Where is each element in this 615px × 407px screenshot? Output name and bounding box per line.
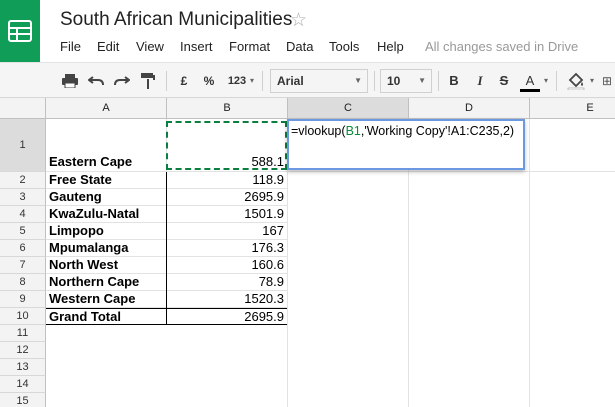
- chevron-down-icon: ▼: [418, 76, 426, 85]
- column-header-a[interactable]: A: [46, 98, 167, 119]
- number-format-button[interactable]: 123: [224, 71, 250, 91]
- cell-b1[interactable]: 588.1: [167, 119, 288, 172]
- cell-a8[interactable]: Northern Cape: [46, 274, 167, 291]
- redo-icon[interactable]: [112, 71, 132, 91]
- cell-a3[interactable]: Gauteng: [46, 189, 167, 206]
- menu-file[interactable]: File: [60, 39, 81, 54]
- toolbar-separator: [556, 71, 557, 91]
- column-header-e[interactable]: E: [530, 98, 615, 119]
- cell-e1[interactable]: [530, 119, 615, 172]
- cell-b9[interactable]: 1520.3: [167, 291, 288, 308]
- row-header[interactable]: 12: [0, 342, 46, 359]
- row-header[interactable]: 3: [0, 189, 46, 206]
- row-header[interactable]: 10: [0, 308, 46, 325]
- formula-suffix: ,'Working Copy'!A1:C235,2): [360, 124, 515, 138]
- star-icon[interactable]: ☆: [290, 9, 307, 32]
- document-title[interactable]: South African Municipalities: [60, 9, 292, 31]
- undo-icon[interactable]: [86, 71, 106, 91]
- cell-a2[interactable]: Free State: [46, 172, 167, 189]
- column-header-b[interactable]: B: [167, 98, 288, 119]
- cell-a9[interactable]: Western Cape: [46, 291, 167, 308]
- cell-a5[interactable]: Limpopo: [46, 223, 167, 240]
- text-color-swatch: [520, 89, 540, 92]
- spreadsheet-grid[interactable]: A B C D E 1 2 3 4 5 6 7 8 9 10 11 12 13 …: [0, 98, 615, 407]
- row-header[interactable]: 8: [0, 274, 46, 291]
- text-color-label: A: [525, 73, 535, 88]
- gridline: [287, 172, 288, 407]
- paint-format-icon[interactable]: [138, 71, 158, 91]
- row-header[interactable]: 2: [0, 172, 46, 189]
- row-header[interactable]: 14: [0, 376, 46, 393]
- menu-data[interactable]: Data: [286, 39, 313, 54]
- cell-b5[interactable]: 167: [167, 223, 288, 240]
- sheets-logo-icon[interactable]: [0, 0, 40, 62]
- toolbar-separator: [374, 71, 375, 91]
- toolbar-separator: [438, 71, 439, 91]
- toolbar: £ % 123 ▾ Arial ▼ 10 ▼ B I S A ▾ ▾ ⊞: [0, 62, 615, 98]
- menu-help[interactable]: Help: [377, 39, 404, 54]
- chevron-down-icon: ▼: [354, 76, 362, 85]
- text-color-dropdown-icon[interactable]: ▾: [542, 71, 550, 91]
- menu-format[interactable]: Format: [229, 39, 270, 54]
- cell-a1[interactable]: Eastern Cape: [46, 119, 167, 172]
- formula-prefix: =vlookup(: [291, 124, 346, 138]
- cell-a6[interactable]: Mpumalanga: [46, 240, 167, 257]
- cell-b7[interactable]: 160.6: [167, 257, 288, 274]
- fill-color-icon[interactable]: [565, 71, 587, 91]
- font-size-select[interactable]: 10 ▼: [380, 69, 432, 93]
- column-border: [166, 172, 167, 325]
- row-header[interactable]: 4: [0, 206, 46, 223]
- toolbar-separator: [166, 71, 167, 91]
- row-header[interactable]: 7: [0, 257, 46, 274]
- row-header[interactable]: 11: [0, 325, 46, 342]
- cell-b10[interactable]: 2695.9: [167, 308, 288, 325]
- cell-b8[interactable]: 78.9: [167, 274, 288, 291]
- print-icon[interactable]: [60, 71, 80, 91]
- cell-b6[interactable]: 176.3: [167, 240, 288, 257]
- row-header[interactable]: 9: [0, 291, 46, 308]
- cell-b2[interactable]: 118.9: [167, 172, 288, 189]
- save-status: All changes saved in Drive: [425, 39, 579, 54]
- font-size-value: 10: [387, 74, 401, 88]
- app-header: South African Municipalities ☆ File Edit…: [0, 0, 615, 62]
- strikethrough-button[interactable]: S: [496, 71, 512, 91]
- column-header-d[interactable]: D: [409, 98, 530, 119]
- currency-format-button[interactable]: £: [176, 71, 192, 91]
- bold-button[interactable]: B: [446, 71, 462, 91]
- toolbar-separator: [262, 71, 263, 91]
- cell-a4[interactable]: KwaZulu-Natal: [46, 206, 167, 223]
- gridline: [529, 172, 530, 407]
- cell-b3[interactable]: 2695.9: [167, 189, 288, 206]
- menu-view[interactable]: View: [136, 39, 164, 54]
- percent-format-button[interactable]: %: [200, 71, 218, 91]
- row-header[interactable]: 1: [0, 119, 46, 172]
- number-format-dropdown-icon[interactable]: ▾: [248, 71, 256, 91]
- font-family-value: Arial: [277, 74, 304, 88]
- row-header[interactable]: 5: [0, 223, 46, 240]
- formula-cell-reference: B1: [345, 124, 361, 138]
- cell-formula-editor[interactable]: =vlookup(B1,'Working Copy'!A1:C235,2): [287, 119, 525, 170]
- menu-tools[interactable]: Tools: [329, 39, 359, 54]
- font-family-select[interactable]: Arial ▼: [270, 69, 368, 93]
- row-header[interactable]: 15: [0, 393, 46, 407]
- menu-edit[interactable]: Edit: [97, 39, 119, 54]
- column-header-c[interactable]: C: [288, 98, 409, 119]
- borders-icon[interactable]: ⊞: [600, 71, 614, 91]
- menu-insert[interactable]: Insert: [180, 39, 213, 54]
- row-header[interactable]: 13: [0, 359, 46, 376]
- select-all-corner[interactable]: [0, 98, 46, 119]
- cell-a10[interactable]: Grand Total: [46, 308, 167, 325]
- cell-a7[interactable]: North West: [46, 257, 167, 274]
- gridline: [408, 172, 409, 407]
- fill-color-dropdown-icon[interactable]: ▾: [588, 71, 596, 91]
- cell-b4[interactable]: 1501.9: [167, 206, 288, 223]
- row-header[interactable]: 6: [0, 240, 46, 257]
- italic-button[interactable]: I: [472, 71, 488, 91]
- text-color-button[interactable]: A: [520, 71, 540, 92]
